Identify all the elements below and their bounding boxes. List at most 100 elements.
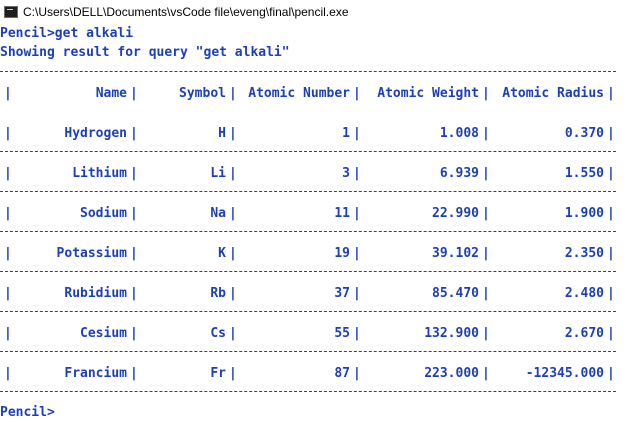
column-divider: |	[353, 126, 361, 141]
console-app-icon	[4, 5, 18, 18]
table-row: | | | | | | Potassium K 19 39.102 2.350	[0, 245, 628, 263]
column-divider: |	[4, 286, 12, 301]
cell-atomic-weight: 6.939	[439, 166, 479, 181]
column-divider: |	[130, 86, 138, 101]
header-atomic-weight: Atomic Weight	[377, 86, 479, 101]
cell-name: Hydrogen	[64, 126, 127, 141]
column-divider: |	[229, 366, 237, 381]
column-divider: |	[482, 366, 490, 381]
cell-name: Rubidium	[64, 286, 127, 301]
table-row: | | | | | | Cesium Cs 55 132.900 2.670	[0, 325, 628, 343]
header-atomic-radius: Atomic Radius	[502, 86, 604, 101]
column-divider: |	[229, 286, 237, 301]
column-divider: |	[4, 326, 12, 341]
column-divider: |	[229, 86, 237, 101]
table-row-separator	[0, 231, 616, 232]
column-divider: |	[229, 326, 237, 341]
header-symbol: Symbol	[179, 86, 226, 101]
column-divider: |	[353, 366, 361, 381]
column-divider: |	[607, 206, 615, 221]
cell-atomic-weight: 22.990	[432, 206, 479, 221]
column-divider: |	[4, 206, 12, 221]
cell-atomic-weight: 39.102	[432, 246, 479, 261]
cell-atomic-number: 87	[334, 366, 350, 381]
table-row: | | | | | | Lithium Li 3 6.939 1.550	[0, 165, 628, 183]
window-titlebar: C:\Users\DELL\Documents\vsCode file\even…	[0, 0, 628, 23]
column-divider: |	[607, 126, 615, 141]
table-top-border	[0, 71, 616, 72]
column-divider: |	[229, 166, 237, 181]
column-divider: |	[482, 206, 490, 221]
cell-atomic-number: 11	[334, 206, 350, 221]
cell-symbol: Li	[210, 166, 226, 181]
column-divider: |	[482, 326, 490, 341]
cell-name: Cesium	[80, 326, 127, 341]
cell-symbol: Cs	[210, 326, 226, 341]
cell-symbol: Fr	[210, 366, 226, 381]
header-name: Name	[95, 86, 127, 101]
column-divider: |	[4, 366, 12, 381]
column-divider: |	[353, 326, 361, 341]
column-divider: |	[130, 286, 138, 301]
table-row: | | | | | | Hydrogen H 1 1.008 0.370	[0, 125, 628, 143]
cell-atomic-weight: 1.008	[439, 126, 479, 141]
cell-atomic-weight: 223.000	[424, 366, 479, 381]
column-divider: |	[482, 86, 490, 101]
column-divider: |	[482, 126, 490, 141]
cell-atomic-radius: 1.550	[564, 166, 604, 181]
column-divider: |	[4, 166, 12, 181]
column-divider: |	[353, 206, 361, 221]
column-divider: |	[130, 326, 138, 341]
column-divider: |	[130, 206, 138, 221]
cell-atomic-radius: 2.670	[564, 326, 604, 341]
prompt-line[interactable]: Pencil>	[0, 404, 55, 422]
column-divider: |	[607, 326, 615, 341]
cell-atomic-weight: 85.470	[432, 286, 479, 301]
cell-atomic-number: 1	[342, 126, 350, 141]
table-row: | | | | | | Rubidium Rb 37 85.470 2.480	[0, 285, 628, 303]
column-divider: |	[482, 286, 490, 301]
column-divider: |	[229, 206, 237, 221]
table-header-row: | | | | | | Name Symbol Atomic Number Atomic Weig…	[0, 85, 628, 103]
cell-atomic-weight: 132.900	[424, 326, 479, 341]
cell-name: Lithium	[72, 166, 127, 181]
column-divider: |	[130, 166, 138, 181]
table-row: | | | | | | Sodium Na 11 22.990 1.900	[0, 205, 628, 223]
cell-symbol: H	[218, 126, 226, 141]
column-divider: |	[130, 366, 138, 381]
column-divider: |	[607, 166, 615, 181]
column-divider: |	[353, 246, 361, 261]
column-divider: |	[130, 246, 138, 261]
column-divider: |	[229, 246, 237, 261]
cell-atomic-number: 55	[334, 326, 350, 341]
column-divider: |	[482, 246, 490, 261]
cell-name: Sodium	[80, 206, 127, 221]
cell-symbol: Rb	[210, 286, 226, 301]
cell-atomic-radius: 1.900	[564, 206, 604, 221]
column-divider: |	[229, 126, 237, 141]
cell-symbol: Na	[210, 206, 226, 221]
cell-symbol: K	[218, 246, 226, 261]
table-row-separator	[0, 191, 616, 192]
console-output[interactable]: Pencil>get alkali Showing result for que…	[0, 23, 628, 425]
result-line: Showing result for query "get alkali"	[0, 45, 290, 60]
column-divider: |	[607, 366, 615, 381]
column-divider: |	[482, 166, 490, 181]
column-divider: |	[4, 126, 12, 141]
column-divider: |	[607, 246, 615, 261]
column-divider: |	[607, 286, 615, 301]
cell-atomic-radius: 0.370	[564, 126, 604, 141]
table-row-separator	[0, 151, 616, 152]
header-atomic-number: Atomic Number	[248, 86, 350, 101]
column-divider: |	[607, 86, 615, 101]
column-divider: |	[130, 126, 138, 141]
table-row: | | | | | | Francium Fr 87 223.000 -12345.000	[0, 365, 628, 383]
cell-atomic-number: 3	[342, 166, 350, 181]
table-row-separator	[0, 351, 616, 352]
table-row-separator	[0, 391, 616, 392]
cell-name: Francium	[64, 366, 127, 381]
table-row-separator	[0, 271, 616, 272]
column-divider: |	[4, 246, 12, 261]
command-line: Pencil>get alkali	[0, 26, 134, 41]
window-title: C:\Users\DELL\Documents\vsCode file\even…	[23, 4, 349, 19]
